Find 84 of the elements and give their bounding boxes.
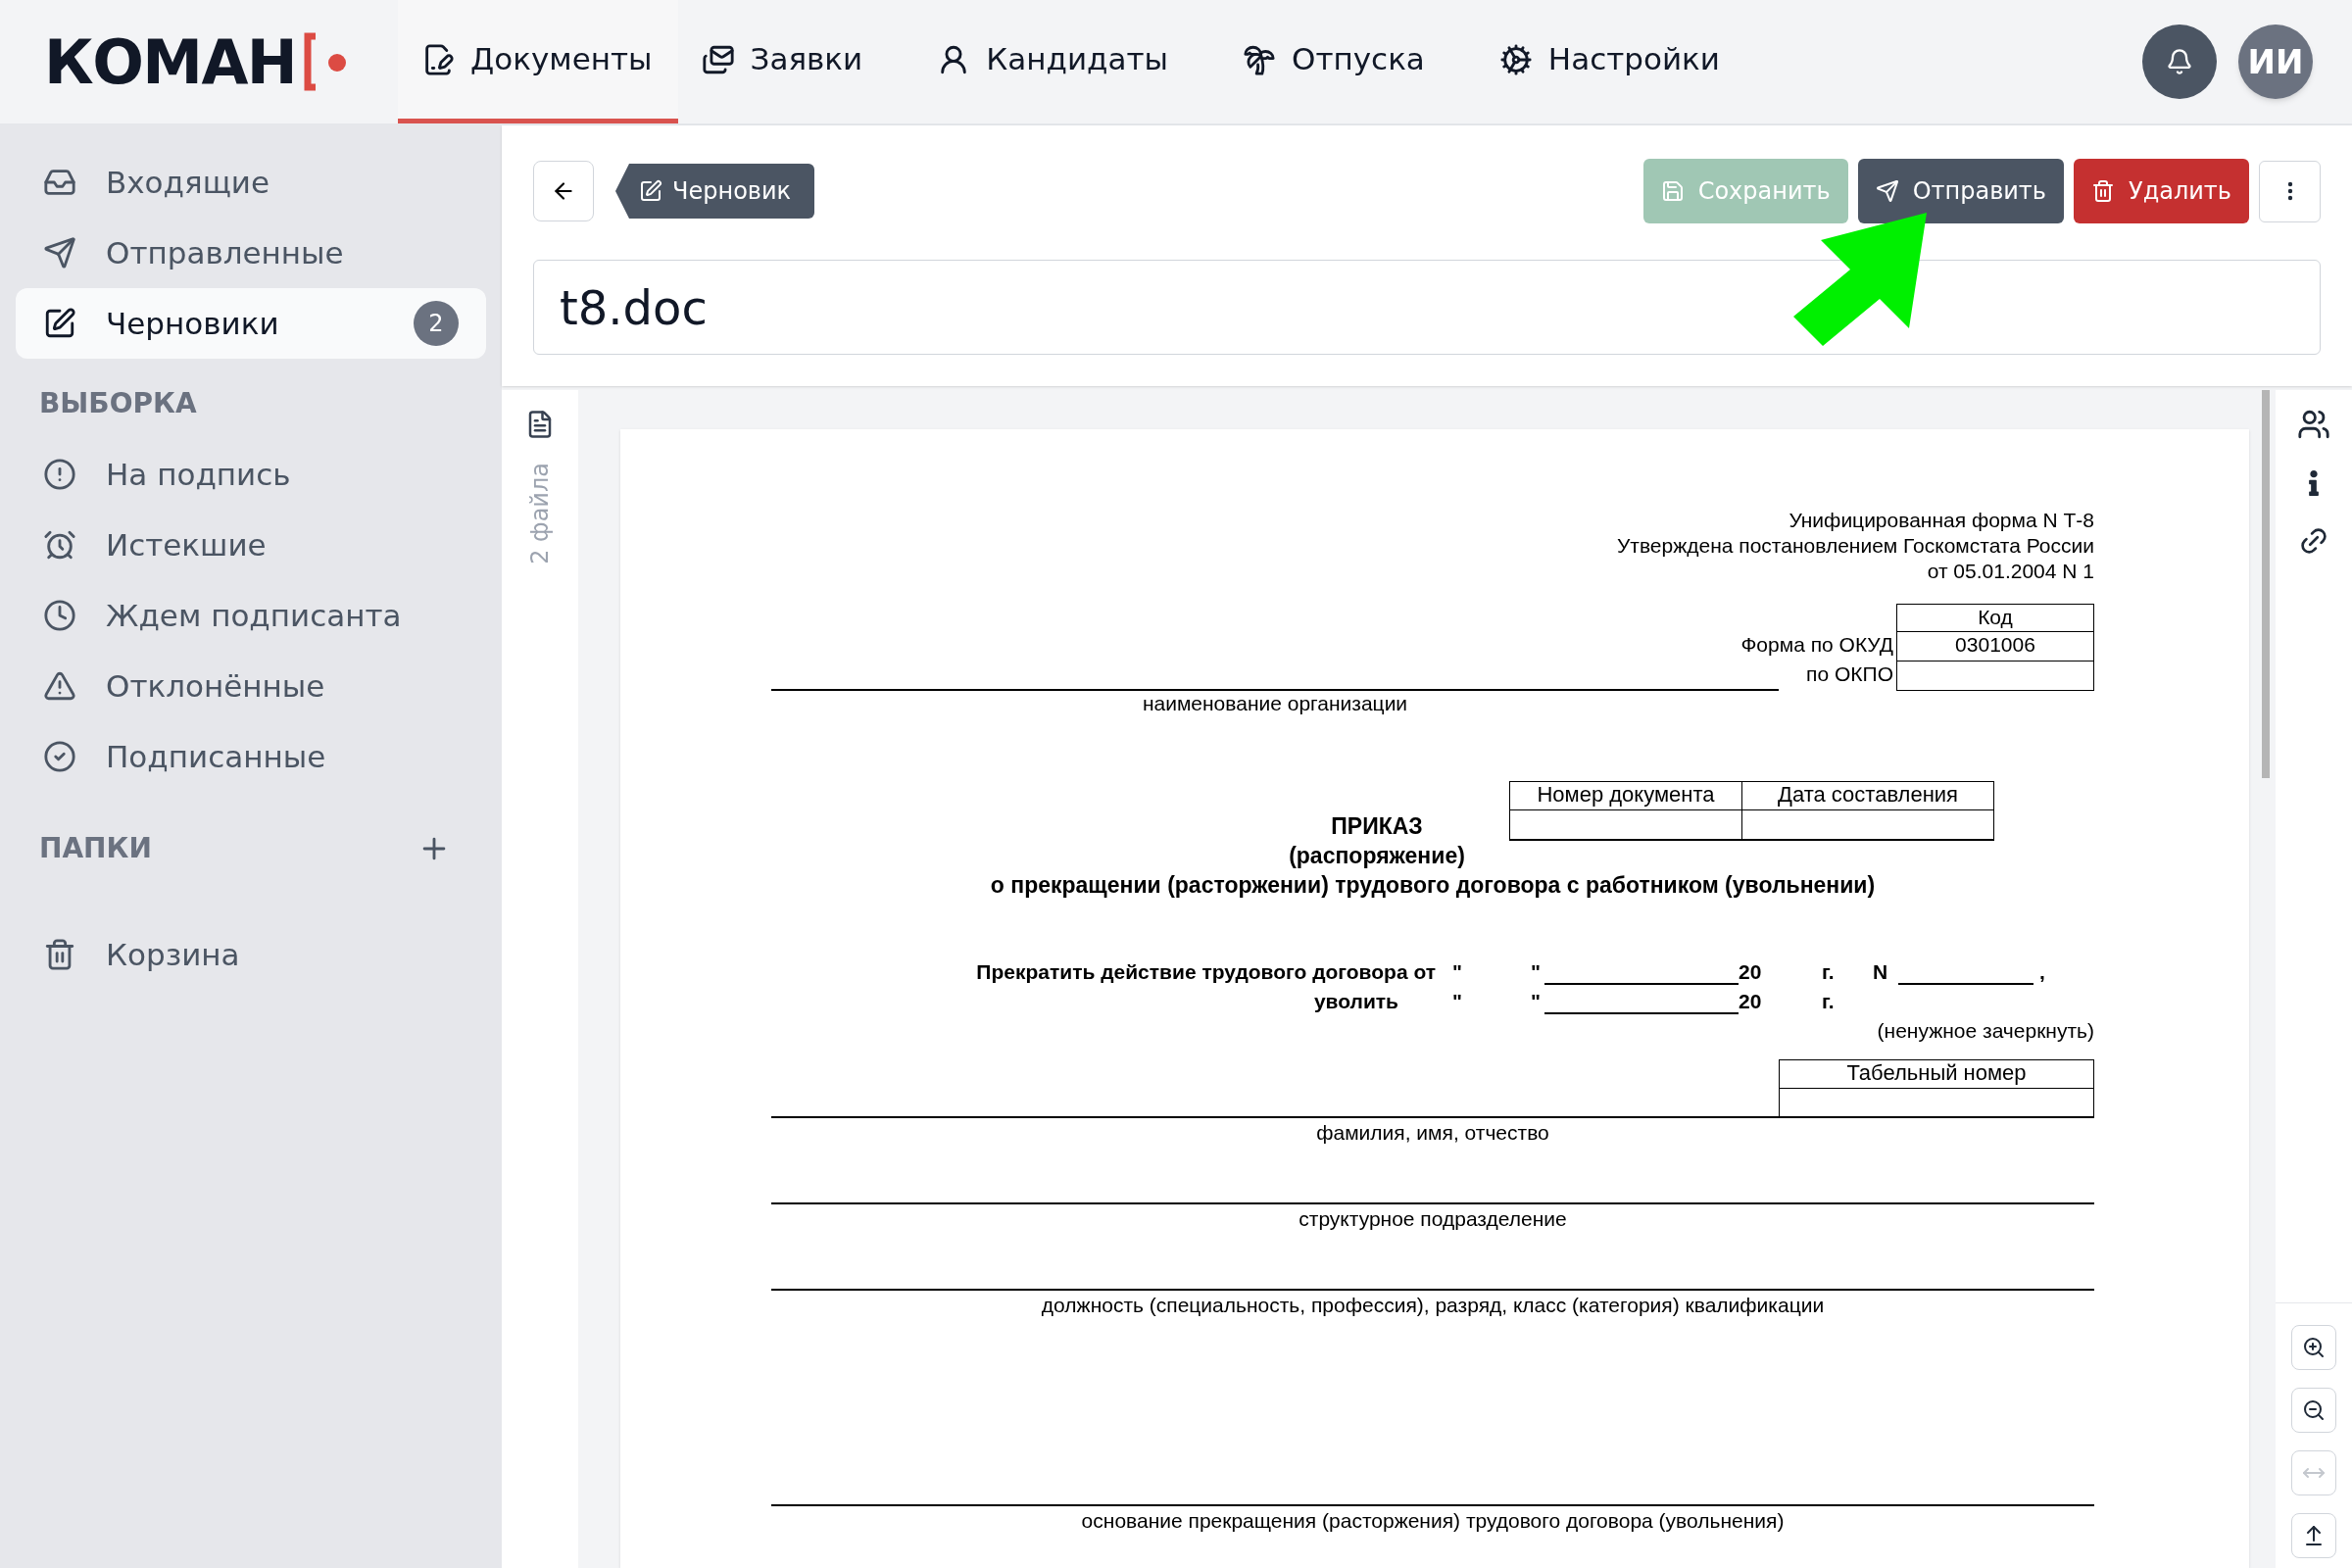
year-prefix: 20 <box>1739 959 1763 985</box>
sidebar-item-label: Входящие <box>106 163 271 202</box>
delete-button[interactable]: Удалить <box>2074 159 2249 223</box>
nav-tab[interactable]: Заявки <box>677 0 887 123</box>
logo-text: КОМАН <box>44 24 297 100</box>
nav-tab[interactable]: Документы <box>398 0 678 123</box>
sidebar-item-label: Подписанные <box>106 737 327 776</box>
sidebar-item[interactable]: Ждем подписанта <box>16 580 486 651</box>
year-suffix: г. <box>1822 989 1836 1014</box>
table-header-cell: Дата составления <box>1742 781 1994 810</box>
pen-square-icon <box>639 179 662 203</box>
year-suffix: г. <box>1822 959 1836 985</box>
sidebar-item-label: Истекшие <box>106 525 268 564</box>
year-prefix: 20 <box>1739 989 1763 1014</box>
check-circle-icon <box>43 740 76 773</box>
table-header-cell: Табельный номер <box>1779 1059 2094 1089</box>
table-header-cell: Номер документа <box>1509 781 1742 810</box>
sidebar-item-label: Ждем подписанта <box>106 596 403 635</box>
form-header-line: от 05.01.2004 N 1 <box>1927 559 2094 584</box>
document-title: ПРИКАЗ <box>1331 812 1423 841</box>
send-button[interactable]: Отправить <box>1857 159 2064 223</box>
table-header-cell: Код <box>1896 604 2094 632</box>
sidebar-item-label: Черновики <box>106 304 280 343</box>
quote-mark: " <box>1452 959 1463 985</box>
sidebar-item-label: На подпись <box>106 455 292 494</box>
field-caption: наименование организации <box>1142 692 1408 714</box>
title-field[interactable]: t8.doc <box>533 260 2321 355</box>
sidebar-item[interactable]: На подпись <box>16 439 486 510</box>
field-caption: должность (специальность, профессия), разряд, класс (категория) квалификации <box>1040 1293 1826 1318</box>
zoom-in-button[interactable] <box>2291 1325 2336 1370</box>
paper-plane-icon <box>1875 179 1899 203</box>
section-title: ВЫБОРКА <box>39 386 197 421</box>
form-header-line: Унифицированная форма N Т-8 <box>1788 508 2094 533</box>
table-cell: 0301006 <box>1896 632 2094 662</box>
form-label: уволить <box>1312 989 1399 1014</box>
quote-mark: " <box>1452 989 1463 1014</box>
field-caption: структурное подразделение <box>1298 1206 1568 1232</box>
more-icon <box>2286 181 2293 201</box>
alarm-clock-icon <box>43 528 76 562</box>
field-caption: основание прекращения (расторжения) трудового договора (увольнения) <box>1080 1508 1786 1534</box>
warning-triangle-icon <box>43 669 76 703</box>
form-label: Форма по ОКУД <box>1740 632 1894 658</box>
form-note: (ненужное зачеркнуть) <box>1877 1018 2094 1044</box>
number-label: N <box>1873 959 1889 985</box>
trash-icon <box>43 938 76 971</box>
field-caption: фамилия, имя, отчество <box>1315 1120 1550 1146</box>
nav-tab[interactable]: Отпуска <box>1219 0 1448 123</box>
sidebar-item[interactable]: Отклонённые <box>16 651 486 721</box>
sidebar-item[interactable]: Черновики 2 <box>16 288 486 359</box>
quote-mark: " <box>1531 959 1542 985</box>
section-title: ПАПКИ <box>39 831 152 866</box>
sidebar-item[interactable]: Истекшие <box>16 510 486 580</box>
sidebar-item[interactable]: Отправленные <box>16 218 486 288</box>
clock-icon <box>43 599 76 632</box>
zoom-out-button[interactable] <box>2291 1388 2336 1433</box>
form-header-line: Утверждена постановлением Госкомстата России <box>1617 533 2094 559</box>
quote-mark: " <box>1531 989 1542 1014</box>
scrollbar-thumb[interactable] <box>2262 390 2270 778</box>
zoom-in-icon <box>2302 1336 2326 1359</box>
paper-plane-icon <box>43 236 76 270</box>
sidebar-item[interactable]: Корзина <box>16 919 486 990</box>
sidebar-item[interactable]: Подписанные <box>16 721 486 792</box>
status-badge: Черновик <box>615 164 815 219</box>
exclamation-circle-icon <box>43 458 76 491</box>
document-subtitle: (распоряжение) <box>1289 842 1465 870</box>
zoom-out-icon <box>2302 1398 2326 1422</box>
trash-icon <box>2091 179 2115 203</box>
nav-tab[interactable]: Настройки <box>1475 0 1743 123</box>
user-avatar[interactable]: ИИ <box>2238 24 2313 99</box>
sidebar-item-label: Отклонённые <box>106 666 326 706</box>
pen-square-icon <box>43 307 76 340</box>
bell-icon <box>2166 48 2193 75</box>
sidebar-item-label: Корзина <box>106 935 241 974</box>
comma: , <box>2039 959 2045 985</box>
users-icon[interactable] <box>2297 408 2330 441</box>
sidebar-item[interactable]: Входящие <box>16 147 486 218</box>
back-button[interactable] <box>533 161 594 221</box>
form-label: по ОКПО <box>1805 662 1894 687</box>
fit-height-button[interactable] <box>2291 1513 2336 1558</box>
document-heading: о прекращении (расторжении) трудового договора с работником (увольнении) <box>990 872 1876 898</box>
form-label: Прекратить действие трудового договора от <box>975 959 1436 985</box>
count-badge: 2 <box>414 301 459 346</box>
nav-tab[interactable]: Кандидаты <box>913 0 1192 123</box>
sidebar-item-label: Отправленные <box>106 233 345 272</box>
